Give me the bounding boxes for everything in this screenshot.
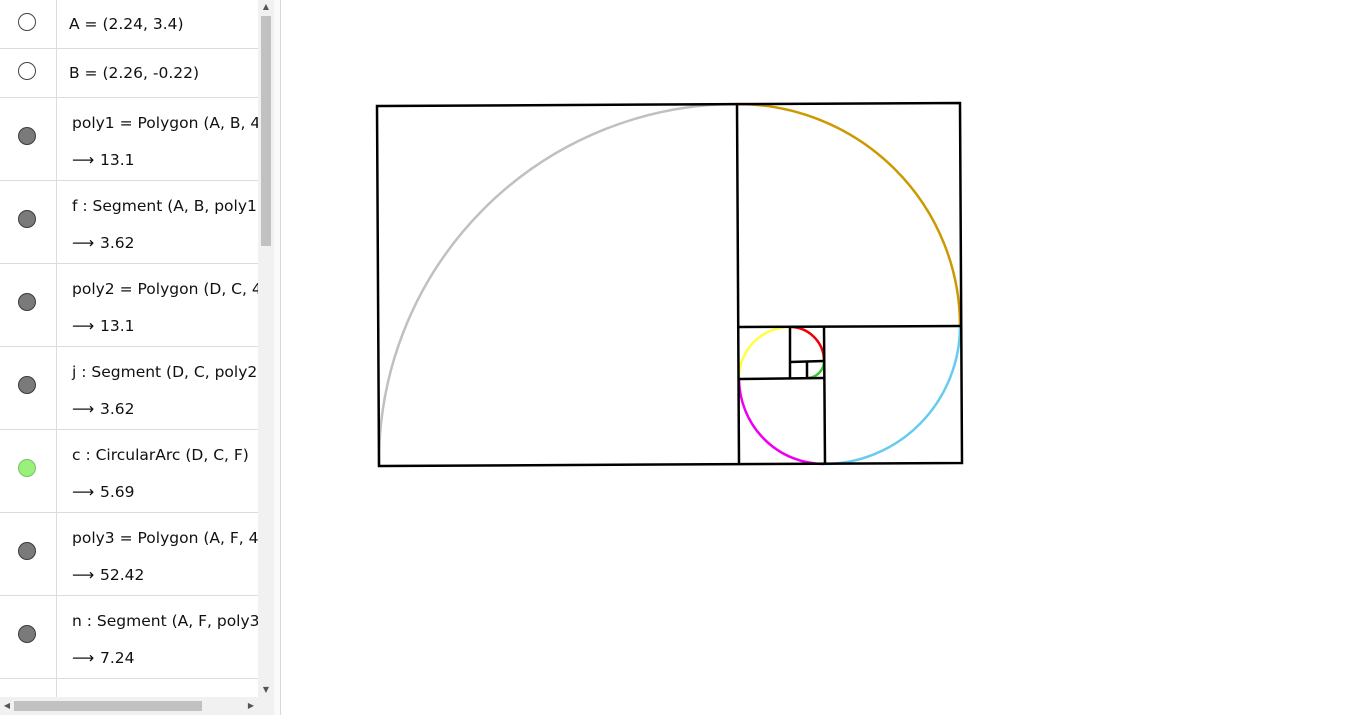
definition-poly1[interactable]: poly1 = Polygon (A, B, 4) xyxy=(72,114,258,132)
arrow-icon: ⟶ xyxy=(72,400,95,418)
rectangles xyxy=(375,101,964,468)
visibility-toggle-f[interactable] xyxy=(18,210,36,228)
value-text: 13.1 xyxy=(100,151,135,169)
marble-cell xyxy=(0,0,57,48)
marble-cell xyxy=(0,98,57,180)
arc-yellow[interactable] xyxy=(737,325,791,379)
marble-cell xyxy=(0,513,57,595)
value-text: 3.62 xyxy=(100,400,135,418)
visibility-toggle-c[interactable] xyxy=(18,459,36,477)
marble-cell xyxy=(0,347,57,429)
value-j: ⟶ 3.62 xyxy=(72,400,135,418)
segment-vertical-main[interactable] xyxy=(735,103,741,466)
segment-horizontal-378[interactable] xyxy=(738,376,825,381)
arrow-icon: ⟶ xyxy=(72,649,95,667)
algebra-row-poly3[interactable]: poly3 = Polygon (A, F, 4) ⟶ 52.42 xyxy=(0,513,258,596)
algebra-row-f[interactable]: f : Segment (A, B, poly1) ⟶ 3.62 xyxy=(0,181,258,264)
definition-f[interactable]: f : Segment (A, B, poly1) xyxy=(72,197,258,215)
algebra-row-c[interactable]: c : CircularArc (D, C, F) ⟶ 5.69 xyxy=(0,430,258,513)
segment-horizontal-right[interactable] xyxy=(737,324,962,329)
arc-large[interactable] xyxy=(377,102,738,467)
marble-cell xyxy=(0,264,57,346)
arc-bottom-middle[interactable] xyxy=(737,377,825,466)
visibility-toggle-j[interactable] xyxy=(18,376,36,394)
vertical-scroll-thumb[interactable] xyxy=(261,16,271,246)
algebra-row-A[interactable]: A = (2.24, 3.4) xyxy=(0,0,258,49)
scroll-right-icon[interactable]: ▶ xyxy=(244,697,258,715)
value-c: ⟶ 5.69 xyxy=(72,483,135,501)
marble-cell xyxy=(0,49,57,97)
definition-j[interactable]: j : Segment (D, C, poly2) xyxy=(72,363,258,381)
arrow-icon: ⟶ xyxy=(72,234,95,252)
arc-upper-right[interactable] xyxy=(736,102,962,327)
graphics-canvas[interactable] xyxy=(281,0,1366,715)
value-text: 7.24 xyxy=(100,649,135,667)
scroll-up-icon[interactable]: ▲ xyxy=(258,0,274,14)
value-text: 3.62 xyxy=(100,234,135,252)
marble-cell xyxy=(0,430,57,512)
graphics-view[interactable] xyxy=(281,0,1366,715)
scroll-left-icon[interactable]: ◀ xyxy=(0,697,14,715)
algebra-row-poly1[interactable]: poly1 = Polygon (A, B, 4) ⟶ 13.1 xyxy=(0,98,258,181)
algebra-row-partial[interactable] xyxy=(0,679,258,697)
definition-poly2[interactable]: poly2 = Polygon (D, C, 4) xyxy=(72,280,258,298)
visibility-toggle-poly2[interactable] xyxy=(18,293,36,311)
arrow-icon: ⟶ xyxy=(72,151,95,169)
segment-vertical-824[interactable] xyxy=(822,326,827,465)
scroll-down-icon[interactable]: ▼ xyxy=(258,683,274,697)
value-text: 52.42 xyxy=(100,566,145,584)
arc-green[interactable] xyxy=(806,360,826,380)
algebra-vertical-scrollbar[interactable]: ▲ ▼ xyxy=(258,0,274,697)
value-text: 5.69 xyxy=(100,483,135,501)
horizontal-scroll-thumb[interactable] xyxy=(14,701,202,711)
marble-cell xyxy=(0,181,57,263)
value-poly2: ⟶ 13.1 xyxy=(72,317,135,335)
marble-cell xyxy=(0,596,57,678)
definition-n[interactable]: n : Segment (A, F, poly3) xyxy=(72,612,258,630)
arc-red[interactable] xyxy=(789,325,826,362)
algebra-horizontal-scrollbar[interactable]: ◀ ▶ xyxy=(0,697,258,715)
arc-lower-right[interactable] xyxy=(823,325,962,466)
algebra-row-j[interactable]: j : Segment (D, C, poly2) ⟶ 3.62 xyxy=(0,347,258,430)
visibility-toggle-B[interactable] xyxy=(18,62,36,80)
value-poly3: ⟶ 52.42 xyxy=(72,566,144,584)
definition-B[interactable]: B = (2.26, -0.22) xyxy=(69,64,199,82)
visibility-toggle-poly3[interactable] xyxy=(18,542,36,560)
algebra-view: A = (2.24, 3.4) B = (2.26, -0.22) poly1 … xyxy=(0,0,258,697)
arrow-icon: ⟶ xyxy=(72,566,95,584)
scrollbar-corner xyxy=(258,697,274,715)
visibility-toggle-n[interactable] xyxy=(18,625,36,643)
value-text: 13.1 xyxy=(100,317,135,335)
algebra-row-n[interactable]: n : Segment (A, F, poly3) ⟶ 7.24 xyxy=(0,596,258,679)
arrow-icon: ⟶ xyxy=(72,483,95,501)
definition-poly3[interactable]: poly3 = Polygon (A, F, 4) xyxy=(72,529,258,547)
value-poly1: ⟶ 13.1 xyxy=(72,151,135,169)
outer-rectangle[interactable] xyxy=(375,101,964,468)
algebra-row-B[interactable]: B = (2.26, -0.22) xyxy=(0,49,258,98)
definition-c[interactable]: c : CircularArc (D, C, F) xyxy=(72,446,249,464)
marble-cell xyxy=(0,679,57,697)
visibility-toggle-A[interactable] xyxy=(18,13,36,31)
value-f: ⟶ 3.62 xyxy=(72,234,135,252)
value-n: ⟶ 7.24 xyxy=(72,649,135,667)
visibility-toggle-poly1[interactable] xyxy=(18,127,36,145)
view-splitter[interactable] xyxy=(274,0,281,715)
segment-horizontal-361[interactable] xyxy=(789,359,825,364)
arrow-icon: ⟶ xyxy=(72,317,95,335)
definition-A[interactable]: A = (2.24, 3.4) xyxy=(69,15,184,33)
algebra-row-poly2[interactable]: poly2 = Polygon (D, C, 4) ⟶ 13.1 xyxy=(0,264,258,347)
